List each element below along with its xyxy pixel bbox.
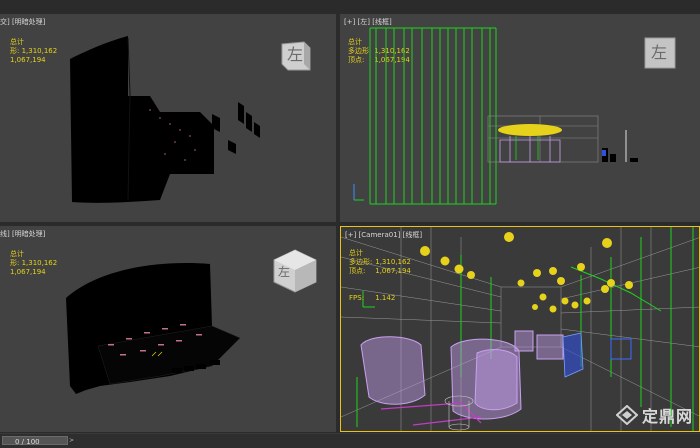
stats-fps-label: FPS: (349, 294, 365, 302)
scene-wireframe (353, 27, 638, 205)
viewport-bottom-left[interactable]: 线] [明暗处理] 总计 形: 1,310,162 1,067,194 左 (0, 226, 336, 432)
stats-verts-label: 顶点: (349, 267, 366, 275)
frame-counter: 0 / 100 (15, 438, 40, 446)
stats-verts-value: 1,067,194 (375, 267, 411, 275)
stats-polys-label: 多边形: (349, 258, 373, 266)
timeline-bar: 0 / 100 > (0, 433, 700, 448)
watermark-text: 定鼎网 (641, 407, 693, 426)
stats-polys-value: 1,310,162 (375, 258, 411, 266)
watermark: 定鼎网 (615, 403, 693, 427)
scene-geometry (66, 263, 241, 394)
stats-fps-value: 1.142 (375, 294, 396, 302)
next-frame-arrow-icon[interactable]: > (69, 437, 74, 444)
viewport-camera[interactable]: [+] [Camera01] [线框] 总计 多边形: 1,310,162 顶点… (340, 226, 700, 432)
viewport-top-left[interactable]: 交] [明暗处理] 总计 形: 1,310,162 1,067,194 左 (0, 14, 336, 222)
time-slider[interactable]: 0 / 100 (2, 436, 68, 446)
scene-geometry (70, 36, 260, 203)
diamond-logo-icon (615, 405, 638, 425)
viewport-label[interactable]: [+] [Camera01] [线框] (345, 230, 422, 240)
stats-overlay: 总计 多边形: 1,310,162 顶点: 1,067,194 FPS: 1.1… (349, 249, 411, 303)
stats-total: 总计 (349, 249, 363, 257)
viewport-top-right[interactable]: [+] [左] [线框] 总计 多边形: 1,310,162 顶点: 1,067… (340, 14, 700, 222)
